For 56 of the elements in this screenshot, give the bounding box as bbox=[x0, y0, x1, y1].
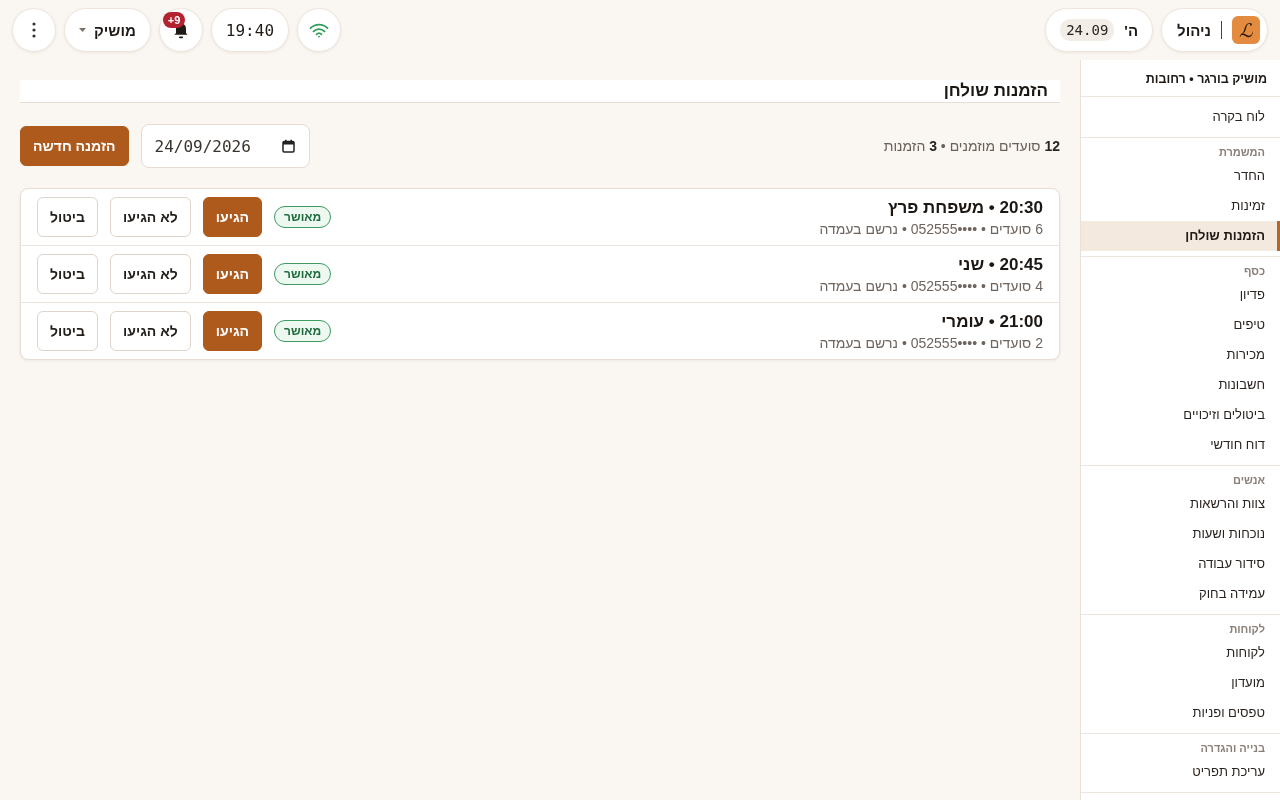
sidebar-item[interactable]: מועדון bbox=[1081, 668, 1280, 698]
sidebar-item[interactable]: טיפים bbox=[1081, 310, 1280, 340]
status-badge: מאושר bbox=[274, 263, 332, 285]
sidebar-item[interactable]: לוח בקרה bbox=[1081, 102, 1280, 132]
calendar-icon[interactable] bbox=[281, 139, 295, 153]
action-button[interactable]: לא הגיעו bbox=[110, 197, 191, 237]
sidebar-item[interactable]: לקוחות bbox=[1081, 638, 1280, 668]
arrived-button[interactable]: הגיעו bbox=[202, 311, 263, 351]
caret-icon bbox=[79, 28, 86, 32]
sidebar-section-label: בנייה והגדרה bbox=[1199, 741, 1266, 756]
status-badge: מאושר bbox=[274, 320, 332, 342]
sidebar-item[interactable]: ביטולים וזיכויים bbox=[1081, 400, 1280, 430]
action-button[interactable]: לא הגיעו bbox=[110, 311, 191, 351]
action-button[interactable]: לא הגיעו bbox=[110, 254, 191, 294]
status-badge: מאושר bbox=[274, 206, 332, 228]
page-title: הזמנות שולחן bbox=[943, 81, 1048, 101]
sidebar-section-label: המשמרת bbox=[1217, 145, 1266, 160]
notification-badge: +9 bbox=[162, 12, 186, 28]
reservation-title: 20:45 • שני bbox=[956, 254, 1043, 275]
date-chip: 24.09 bbox=[1060, 19, 1115, 41]
sidebar-item[interactable]: עריכת תפריט bbox=[1081, 757, 1280, 787]
sidebar-item[interactable]: סידור עבודה bbox=[1081, 549, 1280, 579]
app-logo: ℒ bbox=[1232, 16, 1260, 44]
sidebar-item[interactable]: זמינות bbox=[1081, 191, 1280, 221]
reservation-details: 4 סועדים • ••••052555 • נרשם בעמדה bbox=[819, 277, 1043, 294]
sidebar-section-label: לקוחות bbox=[1228, 622, 1266, 637]
sidebar-section-label: כסף bbox=[1242, 264, 1266, 279]
sidebar-item[interactable]: טפסים ופניות bbox=[1081, 698, 1280, 728]
sidebar-title: מושיק בורגר • רחובות bbox=[1081, 60, 1280, 97]
reservation-title: 21:00 • עומרי bbox=[940, 311, 1043, 332]
sidebar-item[interactable]: החדר bbox=[1081, 161, 1280, 191]
reservation-details: 2 סועדים • ••••052555 • נרשם בעמדה bbox=[819, 334, 1043, 351]
sidebar-item[interactable]: חשבונות bbox=[1081, 370, 1280, 400]
notifications-button[interactable]: +9 bbox=[158, 8, 203, 52]
weekday-label: ה' bbox=[1124, 21, 1139, 39]
date-field[interactable]: 24/09/2026 bbox=[140, 124, 310, 168]
action-button[interactable]: ביטול bbox=[37, 311, 99, 351]
arrived-button[interactable]: הגיעו bbox=[202, 197, 263, 237]
arrived-button[interactable]: הגיעו bbox=[202, 254, 263, 294]
user-menu-button[interactable]: מושיק bbox=[64, 8, 151, 52]
clock-display: 19:40 bbox=[210, 8, 289, 52]
sidebar-item[interactable]: עמידה בחוק bbox=[1081, 579, 1280, 609]
sidebar-item[interactable]: צוות והרשאות bbox=[1081, 489, 1280, 519]
sidebar-item[interactable]: פדיון bbox=[1081, 280, 1280, 310]
sidebar-item[interactable]: הזמנות שולחן bbox=[1081, 221, 1280, 251]
new-reservation-button[interactable]: הזמנה חדשה bbox=[20, 126, 129, 166]
sidebar-item[interactable]: דוח חודשי bbox=[1081, 430, 1280, 460]
action-button[interactable]: ביטול bbox=[37, 254, 99, 294]
action-button[interactable]: ביטול bbox=[37, 197, 99, 237]
connection-button[interactable] bbox=[297, 8, 341, 52]
sidebar-item[interactable]: נוכחות ושעות bbox=[1081, 519, 1280, 549]
sidebar-item[interactable]: מכירות bbox=[1081, 340, 1280, 370]
more-icon bbox=[32, 22, 36, 38]
reservation-title: 20:30 • משפחת פרץ bbox=[887, 197, 1043, 218]
reservation-details: 6 סועדים • ••••052555 • נרשם בעמדה bbox=[819, 220, 1043, 237]
sidebar-section-label: אנשים bbox=[1232, 473, 1266, 488]
